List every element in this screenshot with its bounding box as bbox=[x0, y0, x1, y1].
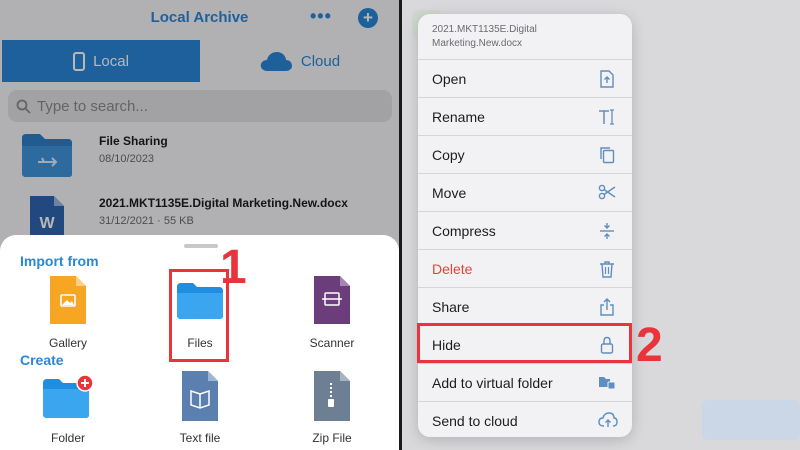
local-archive-screen: Local Archive ••• + Local Cloud Type to … bbox=[0, 0, 399, 450]
context-menu-screen: 2021.MKT1135E.Digital Marketing.New.docx… bbox=[402, 0, 800, 450]
menu-item-share[interactable]: Share bbox=[418, 288, 632, 326]
sheet-grabber[interactable] bbox=[184, 244, 218, 248]
create-section-title: Create bbox=[20, 352, 64, 368]
menu-item-label: Send to cloud bbox=[432, 413, 518, 429]
menu-item-send-to-cloud[interactable]: Send to cloud bbox=[418, 402, 632, 437]
step-number-1: 1 bbox=[220, 241, 247, 294]
menu-item-label: Move bbox=[432, 185, 467, 201]
scanner-label: Scanner bbox=[309, 336, 355, 350]
context-menu: 2021.MKT1135E.Digital Marketing.New.docx… bbox=[418, 14, 632, 437]
menu-item-open[interactable]: Open bbox=[418, 60, 632, 98]
menu-item-label: Add to virtual folder bbox=[432, 375, 553, 391]
open-icon bbox=[598, 70, 616, 88]
trash-icon bbox=[598, 260, 616, 278]
import-section-title: Import from bbox=[20, 253, 99, 269]
blurred-background bbox=[702, 400, 800, 440]
compress-icon bbox=[598, 222, 616, 240]
cloud-upload-icon bbox=[598, 412, 618, 430]
copy-icon bbox=[598, 146, 616, 164]
screenshot-root: Local Archive ••• + Local Cloud Type to … bbox=[0, 0, 800, 450]
scissors-icon bbox=[598, 184, 616, 202]
menu-item-delete[interactable]: Delete bbox=[418, 250, 632, 288]
new-folder-icon bbox=[43, 374, 94, 418]
create-zip-file[interactable]: Zip File bbox=[282, 369, 382, 447]
menu-item-add-to-virtual-folder[interactable]: Add to virtual folder bbox=[418, 364, 632, 402]
menu-item-label: Rename bbox=[432, 109, 485, 125]
hide-highlight-box bbox=[417, 323, 632, 363]
menu-file-name: 2021.MKT1135E.Digital Marketing.New.docx bbox=[418, 14, 632, 60]
rename-icon bbox=[598, 108, 616, 126]
import-scanner[interactable]: Scanner bbox=[282, 274, 382, 354]
scanner-icon bbox=[314, 276, 350, 324]
gallery-label: Gallery bbox=[48, 336, 87, 350]
gallery-icon bbox=[50, 276, 86, 324]
menu-item-copy[interactable]: Copy bbox=[418, 136, 632, 174]
text-file-icon bbox=[182, 371, 218, 421]
menu-item-label: Share bbox=[432, 299, 470, 315]
import-gallery[interactable]: Gallery bbox=[18, 274, 118, 354]
import-create-sheet: Import from Gallery Files Scanner Create… bbox=[0, 235, 399, 450]
create-folder[interactable]: Folder bbox=[18, 373, 118, 447]
virtual-folder-icon bbox=[598, 374, 616, 392]
menu-item-rename[interactable]: Rename bbox=[418, 98, 632, 136]
menu-item-label: Open bbox=[432, 71, 467, 87]
menu-item-label: Compress bbox=[432, 223, 496, 239]
text-file-label: Text file bbox=[179, 431, 221, 445]
zip-file-label: Zip File bbox=[312, 431, 352, 445]
create-text-file[interactable]: Text file bbox=[150, 369, 250, 447]
menu-item-label: Delete bbox=[432, 261, 473, 277]
folder-label: Folder bbox=[50, 431, 85, 445]
menu-item-label: Copy bbox=[432, 147, 465, 163]
menu-item-move[interactable]: Move bbox=[418, 174, 632, 212]
share-icon bbox=[598, 298, 616, 316]
menu-item-compress[interactable]: Compress bbox=[418, 212, 632, 250]
step-number-2: 2 bbox=[636, 319, 663, 372]
zip-file-icon bbox=[314, 371, 350, 421]
